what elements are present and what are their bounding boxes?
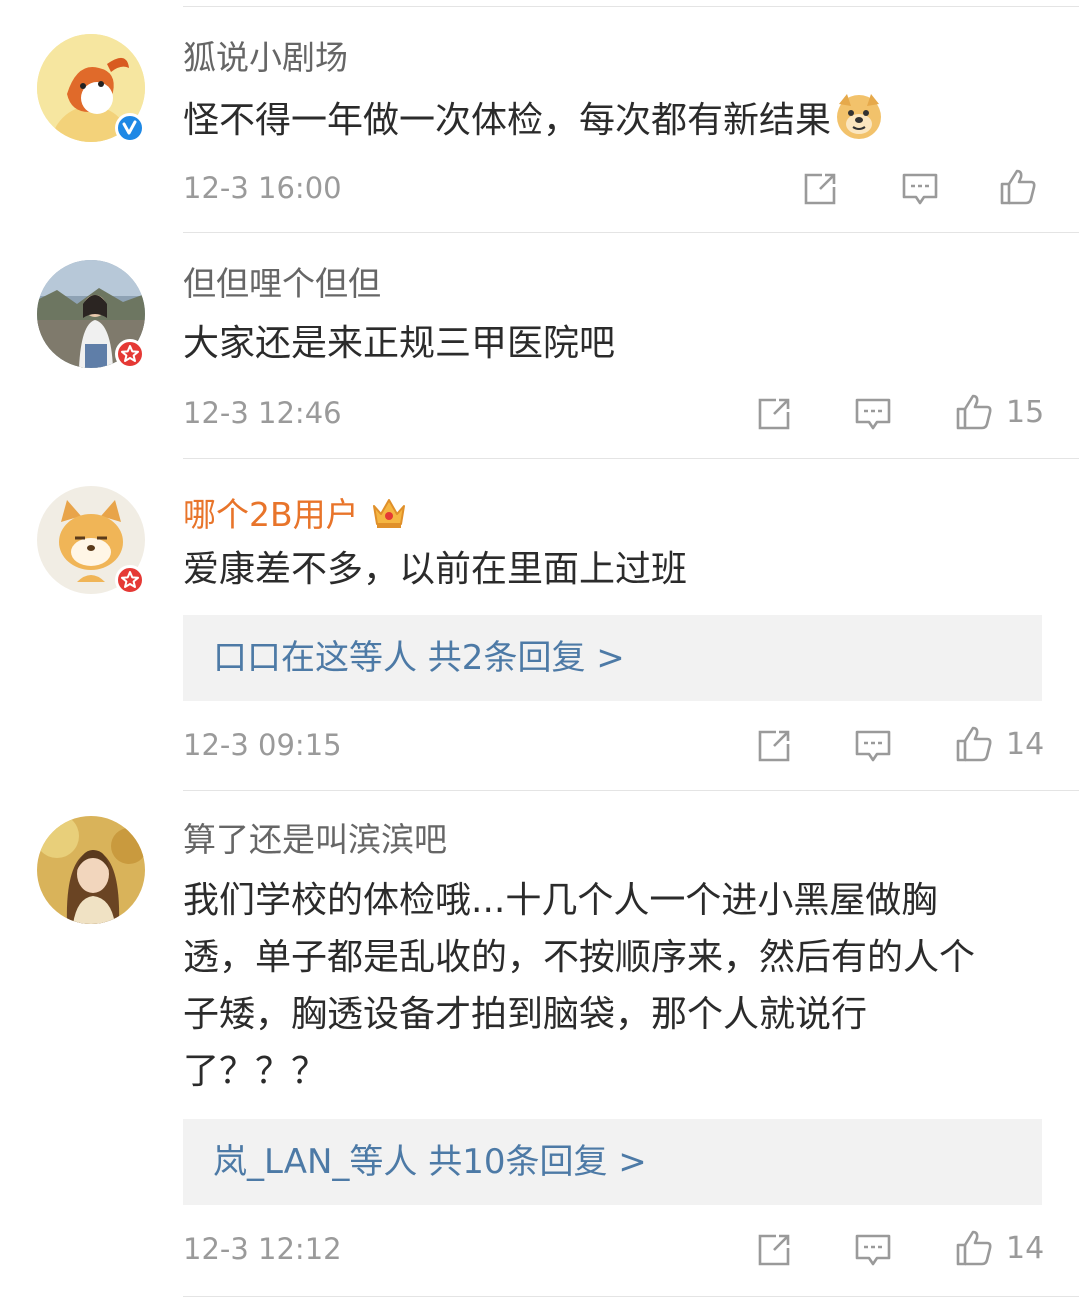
- username[interactable]: 但但哩个但但: [183, 267, 381, 300]
- username[interactable]: 狐说小剧场: [183, 41, 348, 74]
- comment-divider: [183, 232, 1079, 233]
- comment-icon[interactable]: [853, 1230, 893, 1270]
- like-icon[interactable]: [998, 167, 1038, 207]
- reply-summary-button[interactable]: 口口在这等人 共2条回复 >: [183, 615, 1042, 701]
- like-count: 14: [1006, 727, 1045, 762]
- avatar[interactable]: [37, 816, 145, 924]
- comment-text-line: 怪不得一年做一次体检，每次都有新结果: [183, 100, 832, 141]
- star-badge-icon: [115, 565, 145, 595]
- verified-v-icon: [115, 113, 145, 143]
- username[interactable]: 哪个2B用户: [183, 492, 409, 532]
- timestamp: 12-3 12:46: [183, 396, 342, 430]
- reply-summary-text: 岚_LAN_等人 共10条回复 >: [213, 1142, 647, 1182]
- timestamp: 12-3 09:15: [183, 728, 342, 762]
- comment-text: 爱康差不多，以前在里面上过班: [183, 541, 1053, 598]
- comment-text-line: 我们学校的体检哦...十几个人一个进小黑屋做胸: [183, 880, 938, 921]
- like-count: 14: [1006, 1231, 1045, 1266]
- comment-text-line: 透，单子都是乱收的，不按顺序来，然后有的人个: [183, 937, 976, 978]
- comment-icon[interactable]: [853, 394, 893, 434]
- top-divider: [183, 6, 1079, 7]
- comment-text-line: 大家还是来正规三甲医院吧: [183, 323, 616, 364]
- comment-icon[interactable]: [853, 726, 893, 766]
- doge-emoji-icon: [837, 94, 882, 139]
- comment-text: 大家还是来正规三甲医院吧: [183, 315, 1053, 372]
- like-icon[interactable]: [954, 392, 994, 432]
- star-badge-icon: [115, 339, 145, 369]
- username[interactable]: 算了还是叫滨滨吧: [183, 823, 447, 856]
- like-icon[interactable]: [954, 724, 994, 764]
- share-icon[interactable]: [754, 394, 794, 434]
- comment-text-line: 了？？？: [183, 1051, 328, 1092]
- comment-text-line: 子矮，胸透设备才拍到脑袋，那个人就说行: [183, 994, 868, 1035]
- share-icon[interactable]: [754, 726, 794, 766]
- username-text: 哪个2B用户: [183, 495, 359, 534]
- comment-icon[interactable]: [900, 169, 940, 209]
- crown-icon: [372, 499, 405, 528]
- like-icon[interactable]: [954, 1228, 994, 1268]
- comment-divider: [183, 790, 1079, 791]
- like-count: 15: [1006, 395, 1045, 430]
- comment-text-line: 爱康差不多，以前在里面上过班: [183, 549, 688, 590]
- share-icon[interactable]: [754, 1230, 794, 1270]
- comment-divider: [183, 458, 1079, 459]
- comment-text: 怪不得一年做一次体检，每次都有新结果: [183, 90, 1053, 149]
- comment-divider: [183, 1296, 1079, 1297]
- reply-summary-text: 口口在这等人 共2条回复 >: [213, 638, 625, 678]
- timestamp: 12-3 12:12: [183, 1232, 342, 1266]
- comment-text: 我们学校的体检哦...十几个人一个进小黑屋做胸 透，单子都是乱收的，不按顺序来，…: [183, 872, 1053, 1100]
- share-icon[interactable]: [800, 169, 840, 209]
- reply-summary-button[interactable]: 岚_LAN_等人 共10条回复 >: [183, 1119, 1042, 1205]
- timestamp: 12-3 16:00: [183, 171, 342, 205]
